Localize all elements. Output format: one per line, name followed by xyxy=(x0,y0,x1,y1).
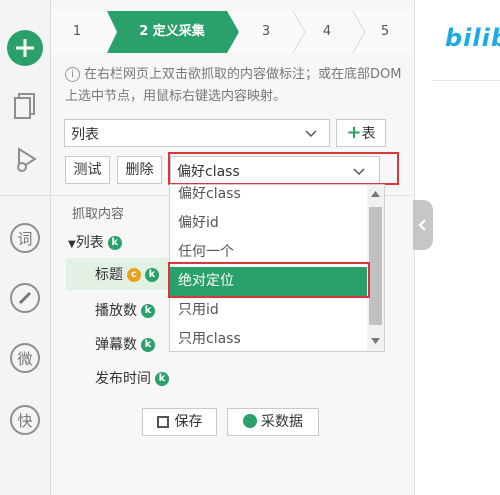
option-only-id[interactable]: 只用id xyxy=(170,296,368,325)
step-bar: 1 2 定义采集 3 4 5 xyxy=(51,11,412,53)
save-icon xyxy=(156,416,169,428)
pencil-button[interactable] xyxy=(7,280,43,316)
tree-item-danmaku[interactable]: 弹幕数 k xyxy=(95,334,155,354)
collect-data-button[interactable]: 采数据 xyxy=(227,408,319,436)
tree-item-title[interactable]: 标题 c k xyxy=(95,264,159,284)
plus-icon xyxy=(7,30,43,66)
highlight-box-option xyxy=(168,262,370,298)
section-label: 抓取内容 xyxy=(72,207,125,222)
chevron-down-icon xyxy=(305,130,317,138)
step-5[interactable]: 5 xyxy=(373,11,397,53)
tree-item-plays[interactable]: 播放数 k xyxy=(95,300,155,320)
site-logo[interactable]: bilibi xyxy=(445,24,500,52)
add-button[interactable] xyxy=(7,30,43,66)
left-toolbar: 词 微 快 xyxy=(0,0,51,495)
test-button[interactable]: 测试 xyxy=(65,156,110,184)
scroll-down-icon[interactable] xyxy=(371,338,380,344)
k-badge: k xyxy=(141,338,155,352)
globe-icon xyxy=(243,414,257,428)
option-prefer-id[interactable]: 偏好id xyxy=(170,209,368,238)
scroll-up-icon[interactable] xyxy=(371,191,380,197)
list-select[interactable]: 列表 xyxy=(64,119,330,147)
hint-text: i 在右栏网页上双击欲抓取的内容做标注；或在底部DOM上选中节点，用鼠标右键选内容… xyxy=(65,67,402,104)
toolbar-divider xyxy=(0,195,51,196)
k-badge: k xyxy=(141,304,155,318)
option-prefer-class[interactable]: 偏好class xyxy=(170,180,368,209)
webpage-header: bilibi xyxy=(433,14,500,81)
wei-button[interactable]: 微 xyxy=(7,340,43,376)
info-icon: i xyxy=(65,67,80,82)
delete-button[interactable]: 删除 xyxy=(117,156,162,184)
k-badge: k xyxy=(155,372,169,386)
pencil-icon xyxy=(10,283,40,313)
step-3[interactable]: 3 xyxy=(254,11,278,53)
copy-icon[interactable] xyxy=(7,87,43,123)
collapse-panel-tab[interactable] xyxy=(413,200,433,250)
c-badge: c xyxy=(127,268,141,282)
caret-down-icon: ▼ xyxy=(68,239,76,250)
step-4[interactable]: 4 xyxy=(315,11,339,53)
scroll-thumb[interactable] xyxy=(369,207,382,325)
k-badge: k xyxy=(107,236,122,250)
ci-button[interactable]: 词 xyxy=(7,220,43,256)
option-only-class[interactable]: 只用class xyxy=(170,325,368,354)
add-table-button[interactable]: +表 xyxy=(336,119,386,147)
kuai-button[interactable]: 快 xyxy=(7,402,43,438)
debug-play-icon[interactable] xyxy=(7,142,43,178)
tree-root[interactable]: ▼列表 k xyxy=(68,232,122,252)
k-badge: k xyxy=(145,268,159,282)
tree-item-publish-time[interactable]: 发布时间 k xyxy=(95,368,169,388)
list-select-value: 列表 xyxy=(71,127,99,143)
step-2-active[interactable]: 2 定义采集 xyxy=(107,11,237,53)
chevron-left-icon xyxy=(418,219,426,231)
save-button[interactable]: 保存 xyxy=(142,408,217,436)
plus-icon: + xyxy=(346,122,362,143)
config-panel: 1 2 定义采集 3 4 5 i 在右栏网页上双击欲抓取的内容做标注；或在底部DO… xyxy=(51,0,415,495)
